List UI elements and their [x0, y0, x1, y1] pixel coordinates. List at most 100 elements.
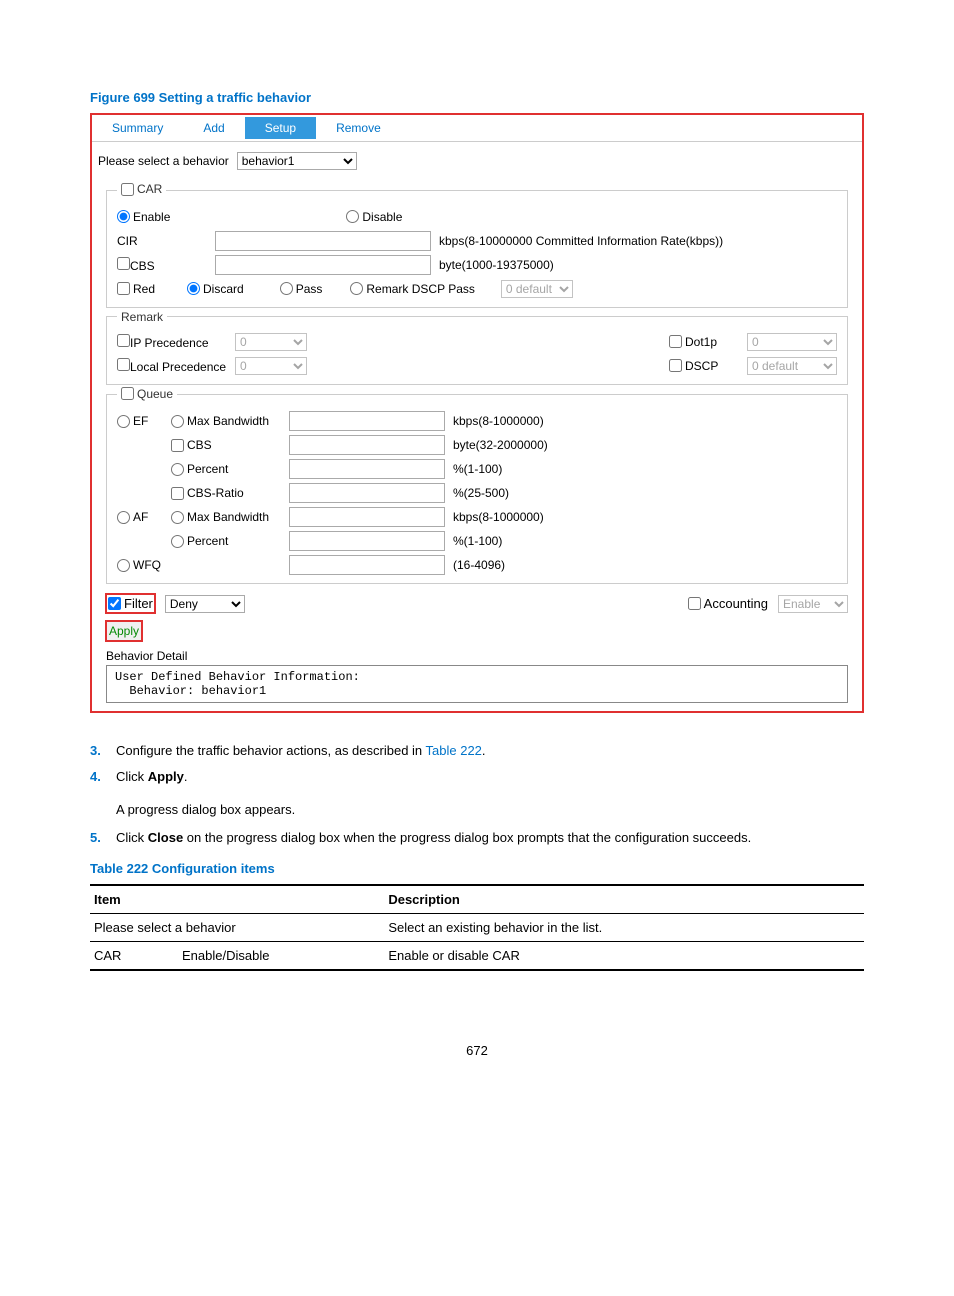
cir-label: CIR: [117, 234, 207, 248]
cbsratio-input[interactable]: [289, 483, 445, 503]
ef-radio[interactable]: [117, 415, 130, 428]
ef-cbs-input[interactable]: [289, 435, 445, 455]
red-pass-label: Pass: [296, 282, 323, 296]
wfq-radio[interactable]: [117, 559, 130, 572]
ef-percent-input[interactable]: [289, 459, 445, 479]
dot1p-check[interactable]: [669, 335, 682, 348]
locp-select[interactable]: 0: [235, 357, 307, 375]
dscp-check[interactable]: [669, 359, 682, 372]
af-maxbw-input[interactable]: [289, 507, 445, 527]
queue-legend: Queue: [137, 387, 173, 401]
behavior-detail-box: User Defined Behavior Information: Behav…: [106, 665, 848, 703]
select-behavior[interactable]: behavior1: [237, 152, 357, 170]
page-number: 672: [90, 1043, 864, 1058]
td-desc: Enable or disable CAR: [384, 942, 864, 971]
af-label: AF: [133, 510, 148, 524]
ef-maxbw-label: Max Bandwidth: [187, 414, 269, 428]
table-caption: Table 222 Configuration items: [90, 861, 864, 876]
cbs-label: CBS: [130, 259, 155, 273]
ipp-label: IP Precedence: [130, 336, 209, 350]
dscp-label: DSCP: [685, 359, 718, 373]
apply-button[interactable]: Apply: [106, 621, 142, 641]
remark-fieldset: Remark IP Precedence 0 Dot1p 0 Local Pre…: [106, 310, 848, 385]
tab-summary[interactable]: Summary: [92, 117, 183, 139]
car-enable-radio[interactable]: [117, 210, 130, 223]
ipp-check[interactable]: [117, 334, 130, 347]
tab-remove[interactable]: Remove: [316, 117, 401, 139]
accounting-label: Accounting: [704, 596, 768, 611]
step-5-text-end: on the progress dialog box when the prog…: [183, 830, 751, 845]
af-maxbw-hint: kbps(8-1000000): [453, 510, 544, 524]
step-list: 3. Configure the traffic behavior action…: [90, 741, 864, 786]
red-remark-select[interactable]: 0 default: [501, 280, 573, 298]
step-4-text: Click: [116, 769, 148, 784]
step-5-close: Close: [148, 830, 183, 845]
ef-percent-label: Percent: [187, 462, 228, 476]
step-4-apply: Apply: [148, 769, 184, 784]
step-4-sub: A progress dialog box appears.: [116, 800, 864, 820]
red-remark-radio[interactable]: [350, 282, 363, 295]
dot1p-select[interactable]: 0: [747, 333, 837, 351]
tab-add[interactable]: Add: [183, 117, 244, 139]
cir-input[interactable]: [215, 231, 431, 251]
tab-bar: Summary Add Setup Remove: [92, 115, 862, 142]
red-discard-radio[interactable]: [187, 282, 200, 295]
cbsratio-check[interactable]: [171, 487, 184, 500]
af-maxbw-label: Max Bandwidth: [187, 510, 269, 524]
ef-cbs-hint: byte(32-2000000): [453, 438, 548, 452]
step-number: 5.: [90, 828, 116, 848]
td-item-b: Enable/Disable: [178, 942, 384, 971]
ipp-select[interactable]: 0: [235, 333, 307, 351]
queue-fieldset: Queue EF Max Bandwidth kbps(8-1000000) C…: [106, 387, 848, 585]
ef-maxbw-radio[interactable]: [171, 415, 184, 428]
filter-check[interactable]: [108, 597, 121, 610]
red-check[interactable]: [117, 282, 130, 295]
accounting-select[interactable]: Enable: [778, 595, 848, 613]
step-number: 4.: [90, 767, 116, 787]
filter-select[interactable]: Deny: [165, 595, 245, 613]
af-percent-hint: %(1-100): [453, 534, 502, 548]
cbsratio-hint: %(25-500): [453, 486, 509, 500]
ef-percent-hint: %(1-100): [453, 462, 502, 476]
af-percent-radio[interactable]: [171, 535, 184, 548]
car-fieldset: CAR Enable Disable CIR kbps(8-10000000 C…: [106, 182, 848, 308]
td-item: Please select a behavior: [90, 914, 384, 942]
table-222-link[interactable]: Table 222: [426, 743, 482, 758]
step-5-text: Click: [116, 830, 148, 845]
figure-caption: Figure 699 Setting a traffic behavior: [90, 90, 864, 105]
ef-cbs-label: CBS: [187, 438, 212, 452]
select-behavior-label: Please select a behavior: [98, 154, 229, 168]
queue-check[interactable]: [121, 387, 134, 400]
wfq-label: WFQ: [133, 558, 161, 572]
dot1p-label: Dot1p: [685, 335, 717, 349]
af-maxbw-radio[interactable]: [171, 511, 184, 524]
step-list-2: 5. Click Close on the progress dialog bo…: [90, 828, 864, 848]
ef-cbs-check[interactable]: [171, 439, 184, 452]
red-label: Red: [133, 282, 155, 296]
af-percent-input[interactable]: [289, 531, 445, 551]
cbs-input[interactable]: [215, 255, 431, 275]
td-item-a: CAR: [90, 942, 178, 971]
ef-percent-radio[interactable]: [171, 463, 184, 476]
cbsratio-label: CBS-Ratio: [187, 486, 244, 500]
accounting-check[interactable]: [688, 597, 701, 610]
behavior-detail-label: Behavior Detail: [106, 649, 848, 663]
red-pass-radio[interactable]: [280, 282, 293, 295]
af-radio[interactable]: [117, 511, 130, 524]
config-table: ItemDescription Please select a behavior…: [90, 884, 864, 983]
car-disable-radio[interactable]: [346, 210, 359, 223]
th-desc: Description: [384, 885, 864, 914]
ef-maxbw-hint: kbps(8-1000000): [453, 414, 544, 428]
dscp-select[interactable]: 0 default: [747, 357, 837, 375]
wfq-input[interactable]: [289, 555, 445, 575]
car-enable-check[interactable]: [121, 183, 134, 196]
car-enable-label: Enable: [133, 210, 170, 224]
red-discard-label: Discard: [203, 282, 244, 296]
cbs-check[interactable]: [117, 257, 130, 270]
locp-check[interactable]: [117, 358, 130, 371]
ef-maxbw-input[interactable]: [289, 411, 445, 431]
cir-hint: kbps(8-10000000 Committed Information Ra…: [439, 234, 723, 248]
tab-setup[interactable]: Setup: [245, 117, 316, 139]
td-desc: Select an existing behavior in the list.: [384, 914, 864, 942]
step-3-text: Configure the traffic behavior actions, …: [116, 743, 426, 758]
